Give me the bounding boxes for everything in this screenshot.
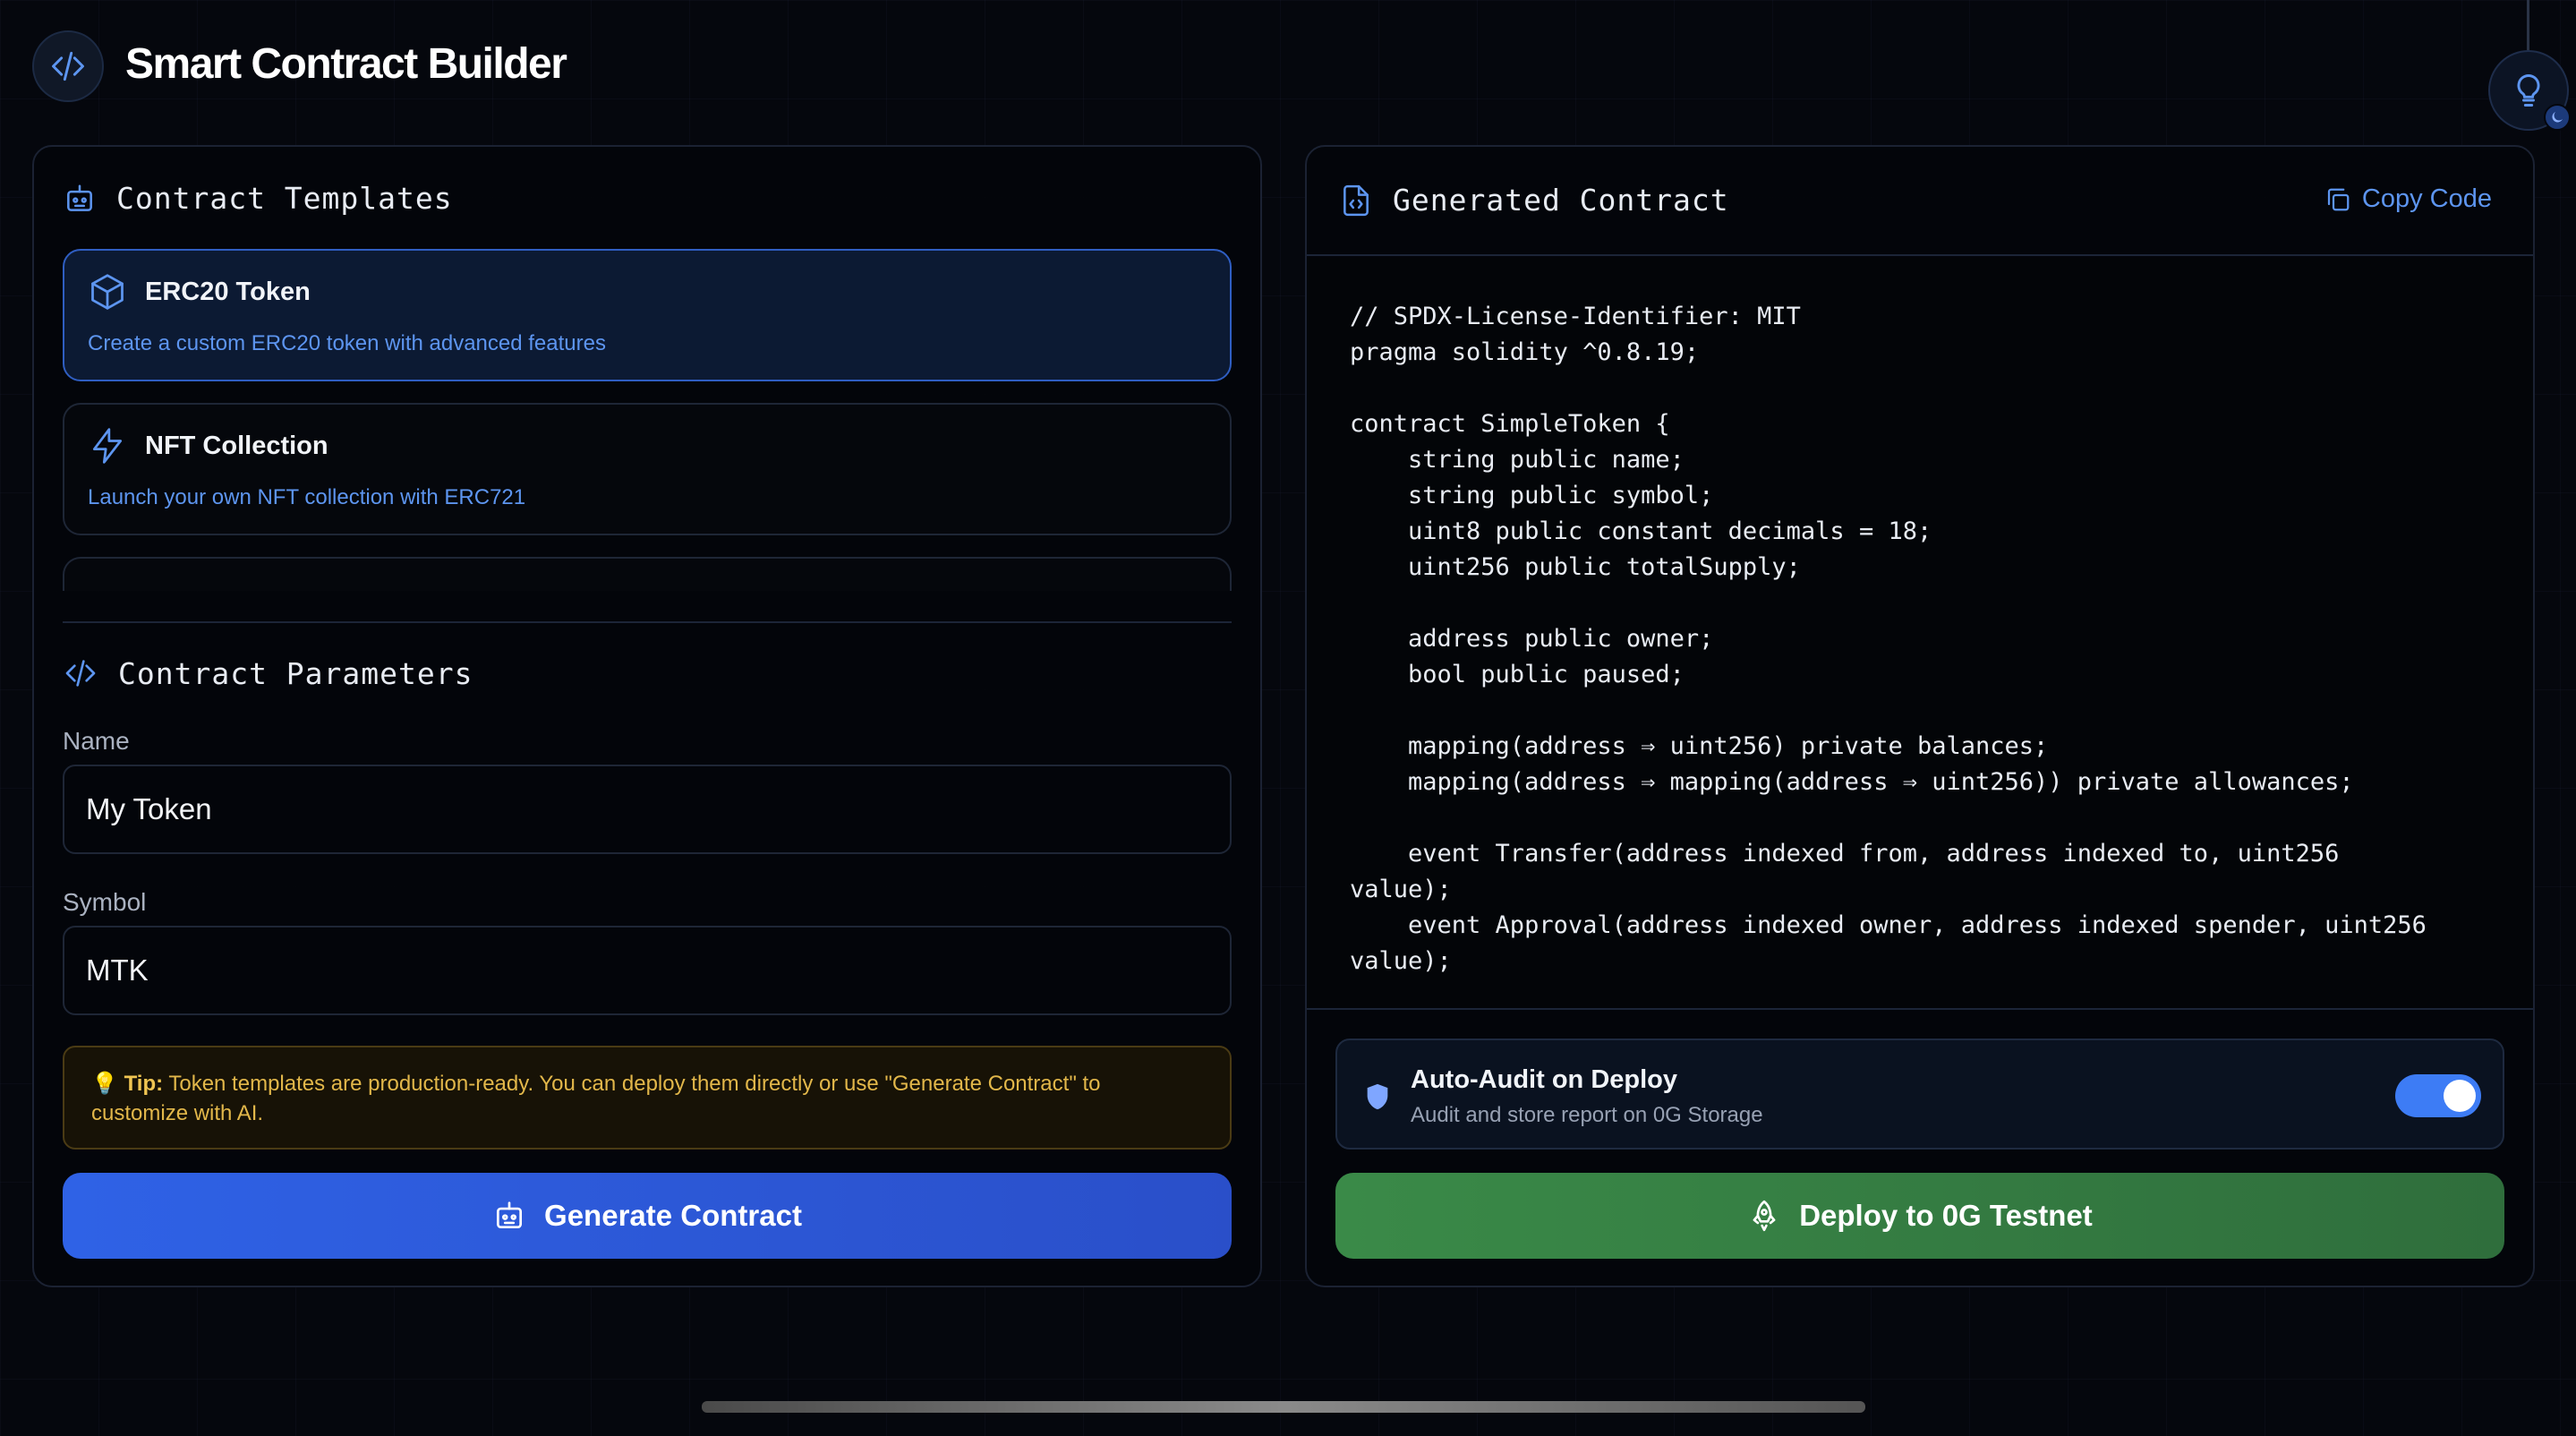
code-line: value); (1350, 876, 1452, 903)
parameters-section-label: Contract Parameters (118, 655, 473, 691)
bot-icon (497, 1201, 523, 1229)
deploy-label: Deploy to 0G Testnet (1799, 1199, 2093, 1232)
app-logo (32, 30, 104, 102)
code-line: contract SimpleToken { (1350, 410, 1670, 438)
code-line: // SPDX-License-Identifier: MIT (1350, 303, 1801, 330)
copy-code-label: Copy Code (2361, 184, 2492, 213)
copy-code-button[interactable]: Copy Code (2324, 184, 2492, 214)
code-line: string public name; (1350, 446, 1685, 474)
template-card-erc20[interactable]: ERC20 Token Create a custom ERC20 token … (63, 249, 1232, 381)
lightbulb-icon: 💡 (91, 1072, 118, 1096)
generate-contract-button[interactable]: Generate Contract (63, 1173, 1232, 1259)
code-line: address public owner; (1350, 625, 1714, 653)
shield-icon (1367, 1083, 1388, 1110)
template-title: NFT Collection (145, 431, 328, 460)
code-line: event Approval(address indexed owner, ad… (1350, 911, 2427, 939)
toggle-knob (2444, 1080, 2476, 1112)
template-description: Create a custom ERC20 token with advance… (88, 331, 606, 355)
code-line: string public symbol; (1350, 482, 1714, 509)
code-line: bool public paused; (1350, 661, 1685, 688)
right-panel: Generated Contract Copy Code // SPDX-Lic… (1305, 145, 2535, 1287)
auto-audit-subtitle: Audit and store report on 0G Storage (1411, 1103, 1763, 1127)
tip-text: Token templates are production-ready. Yo… (91, 1072, 1101, 1125)
tip-box: 💡 Tip: Token templates are production-re… (63, 1046, 1232, 1150)
template-card-nft[interactable]: NFT Collection Launch your own NFT colle… (63, 403, 1232, 535)
rocket-icon (1753, 1200, 1776, 1232)
horizontal-scrollbar[interactable] (702, 1401, 1865, 1413)
lightbulb-icon (2517, 74, 2540, 107)
copy-icon (2327, 188, 2350, 210)
left-panel: Contract Templates ERC20 Token Create a … (32, 145, 1262, 1287)
generated-contract-header: Generated Contract Copy Code (1307, 147, 2533, 256)
generated-section-title: Generated Contract (1339, 183, 1729, 218)
cube-icon (91, 274, 124, 310)
symbol-input[interactable] (63, 926, 1232, 1015)
code-line: uint256 public totalSupply; (1350, 553, 1801, 581)
bot-icon (67, 184, 92, 211)
lightning-icon (92, 428, 123, 464)
code-line: mapping(address ⇒ mapping(address ⇒ uint… (1350, 768, 2354, 796)
theme-pull-cord (2527, 0, 2529, 50)
code-line: event Transfer(address indexed from, add… (1350, 840, 2340, 868)
templates-section-label: Contract Templates (116, 181, 453, 216)
section-divider (63, 621, 1232, 623)
symbol-label: Symbol (63, 888, 147, 916)
generated-section-label: Generated Contract (1393, 183, 1729, 218)
moon-icon (2544, 104, 2571, 131)
file-code-icon (1343, 184, 1369, 216)
template-description: Launch your own NFT collection with ERC7… (88, 485, 526, 509)
name-input[interactable] (63, 765, 1232, 854)
code-line: mapping(address ⇒ uint256) private balan… (1350, 732, 2049, 760)
app-title: Smart Contract Builder (125, 40, 567, 88)
deploy-button[interactable]: Deploy to 0G Testnet (1335, 1173, 2504, 1259)
code-line: uint8 public constant decimals = 18; (1350, 517, 1932, 545)
template-title: ERC20 Token (145, 277, 311, 306)
generate-contract-label: Generate Contract (544, 1199, 802, 1232)
auto-audit-title: Auto-Audit on Deploy (1411, 1065, 1678, 1094)
tip-label: Tip: (124, 1072, 164, 1096)
auto-audit-box: Auto-Audit on Deploy Audit and store rep… (1335, 1039, 2504, 1150)
auto-audit-toggle[interactable] (2395, 1074, 2481, 1117)
parameters-section-title: Contract Parameters (63, 655, 473, 691)
code-icon (65, 660, 96, 687)
template-card-partial[interactable] (63, 557, 1232, 591)
code-icon (52, 51, 84, 81)
code-line: value); (1350, 947, 1452, 975)
templates-section-title: Contract Templates (63, 181, 453, 216)
code-line: pragma solidity ^0.8.19; (1350, 338, 1700, 366)
name-label: Name (63, 727, 130, 755)
code-viewer[interactable]: // SPDX-License-Identifier: MIT pragma so… (1307, 258, 2533, 1010)
